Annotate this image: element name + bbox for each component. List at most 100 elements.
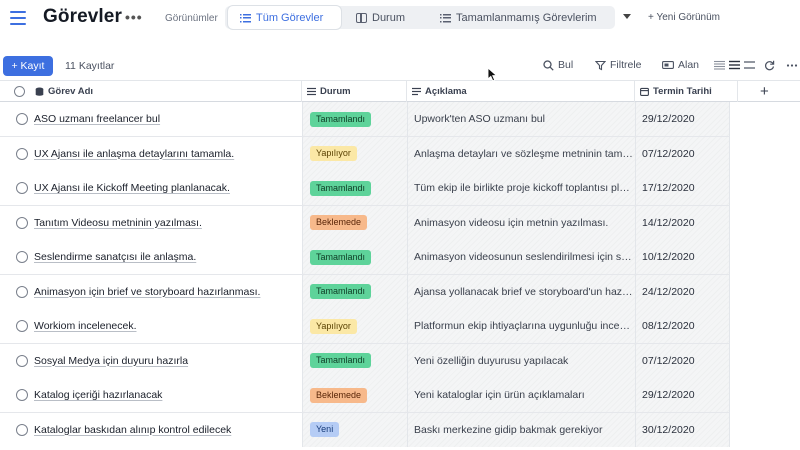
status-cell[interactable]: Beklemede	[302, 205, 407, 240]
column-header-description[interactable]: Açıklama	[407, 81, 635, 102]
tab-status[interactable]: Durum	[356, 6, 446, 29]
table-row[interactable]: Seslendirme sanatçısı ile anlaşma. Tamaml…	[0, 240, 730, 275]
task-name[interactable]: Tanıtım Videosu metninin yazılması.	[34, 217, 202, 229]
status-badge: Beklemede	[310, 387, 368, 403]
task-name-cell[interactable]: Animasyon için brief ve storyboard hazır…	[0, 274, 302, 309]
row-checkbox[interactable]	[16, 320, 28, 332]
table-row[interactable]: UX Ajansı ile anlaşma detaylarını tamaml…	[0, 136, 730, 171]
row-checkbox[interactable]	[16, 216, 28, 229]
task-name-cell[interactable]: UX Ajansı ile anlaşma detaylarını tamaml…	[0, 136, 302, 171]
due-date-cell[interactable]: 30/12/2020	[635, 412, 730, 447]
due-date-cell[interactable]: 10/12/2020	[635, 240, 730, 274]
row-checkbox[interactable]	[16, 182, 28, 194]
task-name-cell[interactable]: Workiom incelenecek.	[0, 309, 302, 343]
column-header-task-name[interactable]: Görev Adı	[0, 81, 302, 102]
due-date-cell[interactable]: 29/12/2020	[635, 378, 730, 412]
table-row[interactable]: Sosyal Medya için duyuru hazırla Tamamlan…	[0, 343, 730, 378]
task-name[interactable]: UX Ajansı ile Kickoff Meeting planlanaca…	[34, 182, 230, 194]
select-all-checkbox[interactable]	[14, 86, 25, 97]
description-cell[interactable]: Tüm ekip ile birlikte proje kickoff topl…	[407, 171, 635, 205]
task-name-cell[interactable]: Sosyal Medya için duyuru hazırla	[0, 343, 302, 378]
status-cell[interactable]: Tamamlandı	[302, 240, 407, 274]
task-name[interactable]: UX Ajansı ile anlaşma detaylarını tamaml…	[34, 148, 234, 160]
description-cell[interactable]: Yeni özelliğin duyurusu yapılacak	[407, 343, 635, 378]
table-row[interactable]: Kataloglar baskıdan alınıp kontrol edile…	[0, 412, 730, 447]
status-cell[interactable]: Tamamlandı	[302, 274, 407, 309]
description-cell[interactable]: Ajansa yollanacak brief ve storyboard'un…	[407, 274, 635, 309]
task-name-cell[interactable]: Seslendirme sanatçısı ile anlaşma.	[0, 240, 302, 274]
table-row[interactable]: Workiom incelenecek. Yapılıyor Platformun …	[0, 309, 730, 344]
status-cell[interactable]: Yapılıyor	[302, 136, 407, 171]
fields-button[interactable]: Alan	[662, 59, 699, 71]
task-name-cell[interactable]: ASO uzmanı freelancer bul	[0, 102, 302, 136]
column-header-due-date[interactable]: Termin Tarihi	[635, 81, 738, 102]
table-row[interactable]: Katalog içeriği hazırlanacak Beklemede Yen…	[0, 378, 730, 413]
task-name[interactable]: Animasyon için brief ve storyboard hazır…	[34, 286, 260, 298]
chevron-down-icon[interactable]	[623, 14, 631, 19]
status-cell[interactable]: Tamamlandı	[302, 102, 407, 136]
due-date-cell[interactable]: 29/12/2020	[635, 102, 730, 136]
tab-label: Tüm Görevler	[256, 11, 324, 24]
task-name[interactable]: Seslendirme sanatçısı ile anlaşma.	[34, 251, 196, 263]
row-height-short-icon[interactable]	[714, 60, 725, 70]
toolbar: + Kayıt 11 Kayıtlar Bul Filtrele Alan	[0, 54, 800, 78]
task-name-cell[interactable]: Tanıtım Videosu metninin yazılması.	[0, 205, 302, 240]
filter-button[interactable]: Filtrele	[595, 59, 642, 71]
description-cell[interactable]: Yeni kataloglar için ürün açıklamaları	[407, 378, 635, 412]
description-cell[interactable]: Upwork'ten ASO uzmanı bul	[407, 102, 635, 136]
row-checkbox[interactable]	[16, 285, 28, 298]
description-cell[interactable]: Animasyon videosu için metnin yazılması.	[407, 205, 635, 240]
tab-all-tasks[interactable]: Tüm Görevler	[228, 6, 341, 29]
due-date-cell[interactable]: 14/12/2020	[635, 205, 730, 240]
row-height-medium-icon[interactable]	[729, 60, 740, 70]
due-date-cell[interactable]: 24/12/2020	[635, 274, 730, 309]
table-row[interactable]: Animasyon için brief ve storyboard hazır…	[0, 274, 730, 309]
more-horizontal-icon[interactable]	[786, 60, 798, 71]
description-cell[interactable]: Anlaşma detayları ve sözleşme metninin t…	[407, 136, 635, 171]
record-count: 11 Kayıtlar	[65, 60, 115, 72]
status-badge: Yeni	[310, 422, 340, 437]
row-checkbox[interactable]	[16, 354, 28, 367]
task-name-cell[interactable]: Kataloglar baskıdan alınıp kontrol edile…	[0, 412, 302, 447]
add-record-button[interactable]: + Kayıt	[3, 56, 53, 76]
due-date-cell[interactable]: 07/12/2020	[635, 136, 730, 171]
row-checkbox[interactable]	[16, 113, 28, 125]
status-cell[interactable]: Yapılıyor	[302, 309, 407, 343]
row-height-tall-icon[interactable]	[744, 60, 755, 70]
task-name-cell[interactable]: UX Ajansı ile Kickoff Meeting planlanaca…	[0, 171, 302, 205]
view-tabs: Tüm Görevler Durum Tamamlanmamış Görevle…	[225, 6, 615, 29]
description-cell[interactable]: Platformun ekip ihtiyaçlarına uygunluğu …	[407, 309, 635, 343]
table-row[interactable]: UX Ajansı ile Kickoff Meeting planlanaca…	[0, 171, 730, 206]
hamburger-menu-icon[interactable]	[7, 7, 29, 29]
task-name[interactable]: Sosyal Medya için duyuru hazırla	[34, 355, 188, 367]
status-cell[interactable]: Beklemede	[302, 378, 407, 412]
row-checkbox[interactable]	[16, 389, 28, 401]
task-name[interactable]: Katalog içeriği hazırlanacak	[34, 389, 162, 401]
description-cell[interactable]: Animasyon videosunun seslendirilmesi içi…	[407, 240, 635, 274]
row-checkbox[interactable]	[16, 251, 28, 263]
more-options-icon[interactable]: •••	[125, 9, 143, 25]
column-label: Görev Adı	[48, 86, 94, 97]
status-cell[interactable]: Tamamlandı	[302, 343, 407, 378]
row-checkbox[interactable]	[16, 147, 28, 160]
column-header-status[interactable]: Durum	[302, 81, 407, 102]
due-date-cell[interactable]: 07/12/2020	[635, 343, 730, 378]
status-cell[interactable]: Tamamlandı	[302, 171, 407, 205]
table-row[interactable]: Tanıtım Videosu metninin yazılması. Bekle…	[0, 205, 730, 240]
find-button[interactable]: Bul	[543, 59, 573, 71]
due-date-cell[interactable]: 08/12/2020	[635, 309, 730, 343]
add-column-button[interactable]: +	[760, 83, 769, 100]
new-view-button[interactable]: + Yeni Görünüm	[648, 12, 720, 23]
task-name[interactable]: Kataloglar baskıdan alınıp kontrol edile…	[34, 424, 231, 436]
status-cell[interactable]: Yeni	[302, 412, 407, 447]
task-name[interactable]: Workiom incelenecek.	[34, 320, 137, 332]
task-name[interactable]: ASO uzmanı freelancer bul	[34, 113, 160, 125]
task-name-cell[interactable]: Katalog içeriği hazırlanacak	[0, 378, 302, 412]
refresh-icon[interactable]	[764, 60, 775, 71]
description-cell[interactable]: Baskı merkezine gidip bakmak gerekiyor	[407, 412, 635, 447]
row-checkbox[interactable]	[16, 423, 28, 436]
table-row[interactable]: ASO uzmanı freelancer bul Tamamlandı Upwor…	[0, 102, 730, 137]
status-badge: Tamamlandı	[310, 180, 372, 196]
due-date-cell[interactable]: 17/12/2020	[635, 171, 730, 205]
tab-my-incomplete-tasks[interactable]: Tamamlanmamış Görevlerim	[440, 6, 610, 29]
